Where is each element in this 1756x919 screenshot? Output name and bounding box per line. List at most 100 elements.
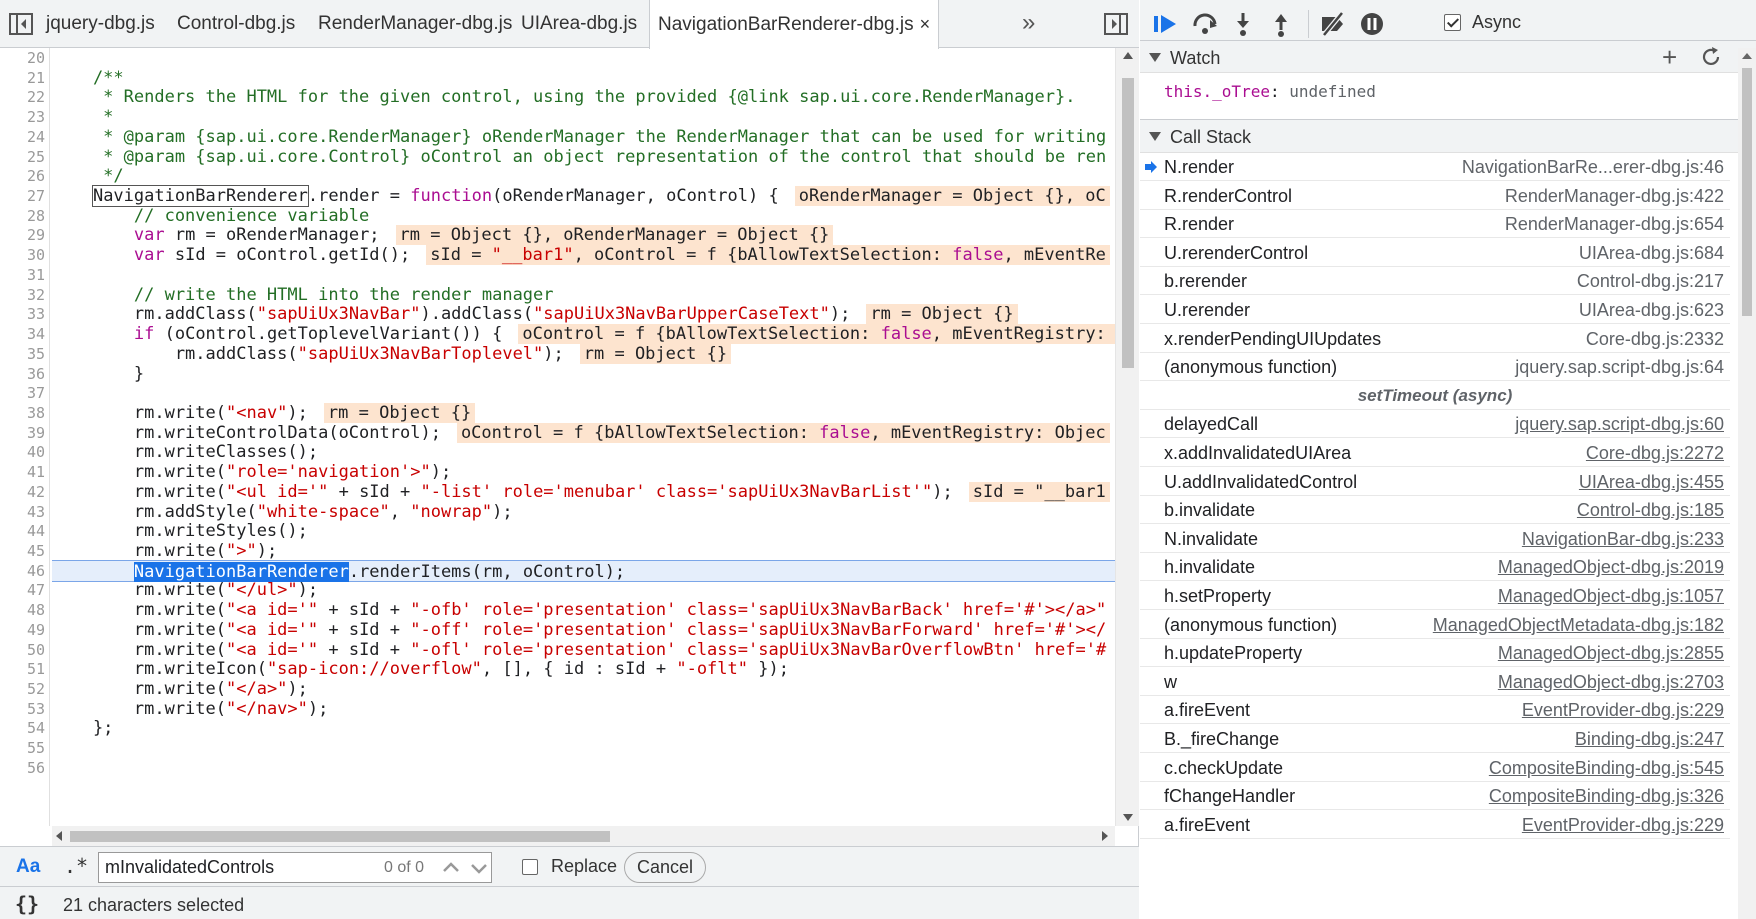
cancel-search-button[interactable]: Cancel (624, 852, 707, 883)
code-line[interactable] (52, 737, 1115, 759)
code-line[interactable]: rm.writeControlData(oControl); oControl =… (52, 422, 1115, 444)
regex-toggle[interactable]: .* (64, 854, 88, 878)
frame-source-link[interactable]: RenderManager-dbg.js:654 (1505, 210, 1724, 238)
frame-source-link[interactable]: EventProvider-dbg.js:229 (1522, 696, 1724, 724)
call-frame[interactable]: U.addInvalidatedControl UIArea-dbg.js:455 (1140, 468, 1730, 496)
line-number[interactable]: 48 (1, 599, 45, 621)
call-frame[interactable]: delayedCall jquery.sap.script-dbg.js:60 (1140, 410, 1730, 439)
async-checkbox[interactable] (1444, 14, 1461, 31)
tab-jquery-dbg[interactable]: jquery-dbg.js (46, 0, 155, 48)
line-number[interactable]: 51 (1, 658, 45, 680)
frame-source-link[interactable]: jquery.sap.script-dbg.js:64 (1515, 353, 1724, 381)
code-editor[interactable]: 20 21 22 23 24 25 26 27 28 29 30 31 32 33 34 35 36 37 38 39… (0, 48, 1139, 826)
code-line[interactable]: }; (52, 717, 1115, 739)
scroll-up-icon[interactable] (1742, 53, 1752, 59)
line-number[interactable]: 25 (1, 146, 45, 168)
add-watch-icon[interactable]: + (1662, 42, 1677, 73)
line-number[interactable]: 34 (1, 323, 45, 345)
scroll-right-icon[interactable] (1102, 831, 1108, 841)
line-number[interactable]: 47 (1, 579, 45, 601)
frame-source-link[interactable]: CompositeBinding-dbg.js:326 (1489, 782, 1724, 810)
code-line[interactable]: */ (52, 165, 1115, 187)
call-frame[interactable]: R.renderControl RenderManager-dbg.js:422 (1140, 182, 1730, 210)
call-frame[interactable]: c.checkUpdate CompositeBinding-dbg.js:545 (1140, 754, 1730, 782)
call-frame[interactable]: (anonymous function) jquery.sap.script-db… (1140, 353, 1730, 382)
line-number[interactable]: 52 (1, 678, 45, 700)
line-number[interactable]: 33 (1, 303, 45, 325)
line-number[interactable]: 39 (1, 422, 45, 444)
line-number[interactable]: 42 (1, 481, 45, 503)
code-line[interactable]: rm.write("<a id='" + sId + "-ofb' role='… (52, 599, 1115, 621)
line-number[interactable]: 43 (1, 501, 45, 523)
line-number[interactable]: 35 (1, 343, 45, 365)
code-line[interactable]: rm.writeIcon("sap-icon://overflow", [], … (52, 658, 1115, 680)
call-frame[interactable]: a.fireEvent EventProvider-dbg.js:229 (1140, 696, 1730, 725)
line-number[interactable]: 55 (1, 737, 45, 759)
line-number[interactable]: 24 (1, 126, 45, 148)
code-line[interactable]: if (oControl.getToplevelVariant()) {oCon… (52, 323, 1115, 345)
scroll-down-icon[interactable] (1123, 814, 1133, 821)
line-number[interactable]: 32 (1, 284, 45, 306)
tab-navigationbarrenderer-dbg[interactable]: NavigationBarRenderer-dbg.js × (649, 0, 940, 49)
call-frame[interactable]: x.renderPendingUIUpdates Core-dbg.js:2332 (1140, 325, 1730, 353)
frame-source-link[interactable]: CompositeBinding-dbg.js:545 (1489, 754, 1724, 782)
call-frame[interactable]: R.render RenderManager-dbg.js:654 (1140, 210, 1730, 239)
line-number[interactable]: 27 (1, 185, 45, 207)
code-area[interactable]: /** * Renders the HTML for the given con… (52, 48, 1115, 826)
frame-source-link[interactable]: UIArea-dbg.js:455 (1579, 468, 1724, 496)
line-number[interactable]: 31 (1, 264, 45, 286)
pause-on-exceptions-icon[interactable] (1357, 10, 1387, 38)
deactivate-breakpoints-icon[interactable] (1318, 10, 1348, 38)
frame-source-link[interactable]: Binding-dbg.js:247 (1575, 725, 1724, 753)
line-number[interactable]: 29 (1, 224, 45, 246)
line-number[interactable]: 40 (1, 441, 45, 463)
line-number[interactable]: 28 (1, 205, 45, 227)
frame-source-link[interactable]: ManagedObjectMetadata-dbg.js:182 (1433, 611, 1724, 639)
code-line[interactable]: rm.write("<a id='" + sId + "-off' role='… (52, 619, 1115, 641)
code-line[interactable]: rm.write("</nav>"); (52, 698, 1115, 720)
frame-source-link[interactable]: UIArea-dbg.js:684 (1579, 239, 1724, 267)
call-stack-pane-header[interactable]: Call Stack (1140, 119, 1756, 153)
call-frame[interactable]: (anonymous function) ManagedObjectMetadat… (1140, 611, 1730, 639)
more-tabs-icon[interactable]: » (1022, 0, 1035, 46)
code-line[interactable]: rm.write("<a id='" + sId + "-ofl' role='… (52, 639, 1115, 661)
code-line[interactable]: rm.write("</ul>"); (52, 579, 1115, 601)
line-number-gutter[interactable]: 20 21 22 23 24 25 26 27 28 29 30 31 32 33 34 35 36 37 38 39… (0, 48, 50, 826)
code-line[interactable]: NavigationBarRenderer.render = function(… (52, 185, 1115, 208)
previous-match-icon[interactable] (440, 857, 462, 879)
code-line[interactable]: rm.write("role='navigation'>"); (52, 461, 1115, 483)
frame-source-link[interactable]: ManagedObject-dbg.js:2019 (1498, 553, 1724, 581)
frame-source-link[interactable]: NavigationBarRe...erer-dbg.js:46 (1462, 153, 1724, 181)
code-line[interactable]: var sId = oControl.getId(); sId = "__bar1… (52, 244, 1115, 266)
next-match-icon[interactable] (468, 857, 490, 879)
line-number[interactable]: 46 (1, 560, 45, 582)
call-frame[interactable]: h.setProperty ManagedObject-dbg.js:1057 (1140, 582, 1730, 610)
navigator-toggle-icon[interactable] (8, 11, 34, 37)
frame-source-link[interactable]: Core-dbg.js:2272 (1586, 439, 1724, 467)
watch-pane-header[interactable]: Watch + (1140, 40, 1756, 73)
code-line[interactable]: rm.write("<ul id='" + sId + "-list' role… (52, 481, 1115, 503)
code-line[interactable]: * (52, 106, 1115, 128)
refresh-watch-icon[interactable] (1700, 46, 1722, 68)
call-frame[interactable]: b.invalidate Control-dbg.js:185 (1140, 496, 1730, 525)
collapse-triangle-icon[interactable] (1149, 132, 1161, 141)
call-frame[interactable]: U.rerenderControl UIArea-dbg.js:684 (1140, 239, 1730, 267)
frame-source-link[interactable]: UIArea-dbg.js:623 (1579, 296, 1724, 324)
line-number[interactable]: 36 (1, 363, 45, 385)
line-number[interactable]: 26 (1, 165, 45, 187)
code-line[interactable]: rm.write("<nav"); rm = Object {} (52, 402, 1115, 424)
code-line[interactable]: * @param {sap.ui.core.Control} oControl … (52, 146, 1115, 168)
scroll-left-icon[interactable] (56, 831, 62, 841)
call-frame[interactable]: N.invalidate NavigationBar-dbg.js:233 (1140, 525, 1730, 553)
frame-source-link[interactable]: NavigationBar-dbg.js:233 (1522, 525, 1724, 553)
line-number[interactable]: 41 (1, 461, 45, 483)
code-line[interactable]: rm.writeClasses(); (52, 441, 1115, 463)
current-execution-line[interactable]: NavigationBarRenderer.renderItems(rm, oC… (52, 559, 1115, 582)
line-number[interactable]: 44 (1, 520, 45, 542)
call-frame[interactable]: N.render NavigationBarRe...erer-dbg.js:46 (1140, 153, 1730, 181)
replace-checkbox[interactable] (522, 859, 538, 875)
collapse-triangle-icon[interactable] (1149, 53, 1161, 62)
line-number[interactable]: 45 (1, 540, 45, 562)
search-input[interactable]: mInvalidatedControls (98, 852, 492, 883)
step-over-icon[interactable] (1190, 10, 1220, 38)
